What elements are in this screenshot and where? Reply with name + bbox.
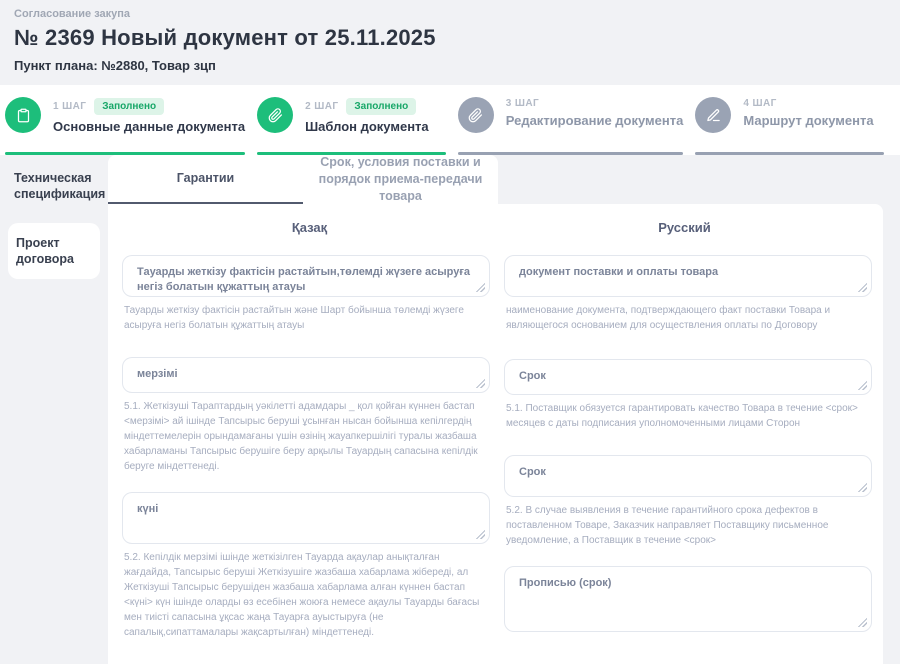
ru-term-1-input[interactable]: Срок <box>504 359 872 395</box>
status-badge: Заполнено <box>346 98 416 115</box>
field-ru-term-2: Срок 5.2. В случае выявления в течение г… <box>504 455 872 548</box>
field-helper-text: Тауарды жеткізу фактісін растайтын және … <box>122 303 490 333</box>
tab-srok-uslovija[interactable]: Срок, условия поставки и порядок приема-… <box>303 155 498 204</box>
paperclip-icon <box>458 97 494 133</box>
ru-document-name-input[interactable]: документ поставки и оплаты товара <box>504 255 872 297</box>
kk-term-input[interactable]: мерзімі <box>122 357 490 393</box>
resize-handle-icon[interactable] <box>858 283 867 292</box>
step-1-main-data[interactable]: 1 ШАГ Заполнено Основные данные документ… <box>5 97 245 155</box>
field-ru-term-words: Прописью (срок) <box>504 566 872 632</box>
breadcrumb: Согласование закупа <box>14 8 884 20</box>
step-title: Редактирование документа <box>506 113 684 128</box>
sidebar-item-tech-spec[interactable]: Техническая спецификация <box>0 156 108 215</box>
field-helper-text: 5.2. В случае выявления в течение гарант… <box>504 503 872 548</box>
step-title: Маршрут документа <box>743 113 873 128</box>
sidebar: Техническая спецификация Проект договора <box>0 155 108 566</box>
step-title: Шаблон документа <box>305 119 429 134</box>
field-helper-text: 5.1. Поставщик обязуется гарантировать к… <box>504 401 872 431</box>
field-ru-term-1: Срок 5.1. Поставщик обязуется гарантиров… <box>504 359 872 431</box>
step-number: 3 ШАГ <box>506 98 539 109</box>
step-2-template[interactable]: 2 ШАГ Заполнено Шаблон документа <box>257 97 446 155</box>
sidebar-item-contract-draft[interactable]: Проект договора <box>8 223 100 280</box>
field-helper-text: 5.1. Жеткізуші Тараптардың уәкілетті ада… <box>122 399 490 474</box>
field-helper-text: наименование документа, подтверждающего … <box>504 303 872 333</box>
page-header: Согласование закупа № 2369 Новый докумен… <box>0 0 900 73</box>
ru-term-words-input[interactable]: Прописью (срок) <box>504 566 872 632</box>
page-title: № 2369 Новый документ от 25.11.2025 <box>14 25 884 51</box>
field-kk-days: күні 5.2. Кепілдік мерзімі ішінде жеткіз… <box>122 492 490 640</box>
field-kk-term: мерзімі 5.1. Жеткізуші Тараптардың уәкіл… <box>122 357 490 474</box>
kazakh-column: Тауарды жеткізу фактісін растайтын,төлем… <box>122 255 490 664</box>
resize-handle-icon[interactable] <box>858 483 867 492</box>
step-4-route[interactable]: 4 ШАГ Маршрут документа <box>695 97 884 155</box>
resize-handle-icon[interactable] <box>476 283 485 292</box>
ru-term-2-input[interactable]: Срок <box>504 455 872 497</box>
workspace: Техническая спецификация Проект договора… <box>0 155 900 566</box>
paperclip-icon <box>257 97 293 133</box>
main-content: Гарантии Срок, условия поставки и порядо… <box>108 155 883 566</box>
step-number: 2 ШАГ <box>305 101 338 112</box>
field-helper-text: 5.2. Кепілдік мерзімі ішінде жеткізілген… <box>122 550 490 640</box>
step-3-editing[interactable]: 3 ШАГ Редактирование документа <box>458 97 684 155</box>
step-number: 4 ШАГ <box>743 98 776 109</box>
resize-handle-icon[interactable] <box>858 618 867 627</box>
template-panel: Қазақ Русский Тауарды жеткізу фактісін р… <box>108 204 883 664</box>
resize-handle-icon[interactable] <box>476 379 485 388</box>
kk-days-input[interactable]: күні <box>122 492 490 544</box>
column-header-kazakh: Қазақ <box>122 220 497 235</box>
russian-column: документ поставки и оплаты товара наимен… <box>504 255 872 664</box>
field-kk-document-name: Тауарды жеткізу фактісін растайтын,төлем… <box>122 255 490 333</box>
resize-handle-icon[interactable] <box>476 530 485 539</box>
step-title: Основные данные документа <box>53 119 245 134</box>
resize-handle-icon[interactable] <box>858 381 867 390</box>
step-number: 1 ШАГ <box>53 101 86 112</box>
kk-document-name-input[interactable]: Тауарды жеткізу фактісін растайтын,төлем… <box>122 255 490 297</box>
column-header-russian: Русский <box>497 220 872 235</box>
clipboard-icon <box>5 97 41 133</box>
status-badge: Заполнено <box>94 98 164 115</box>
plan-subtitle: Пункт плана: №2880, Товар зцп <box>14 58 884 73</box>
tab-garantii[interactable]: Гарантии <box>108 155 303 204</box>
route-icon <box>695 97 731 133</box>
tab-bar: Гарантии Срок, условия поставки и порядо… <box>108 155 883 204</box>
step-wizard: 1 ШАГ Заполнено Основные данные документ… <box>0 85 900 155</box>
field-ru-document-name: документ поставки и оплаты товара наимен… <box>504 255 872 333</box>
